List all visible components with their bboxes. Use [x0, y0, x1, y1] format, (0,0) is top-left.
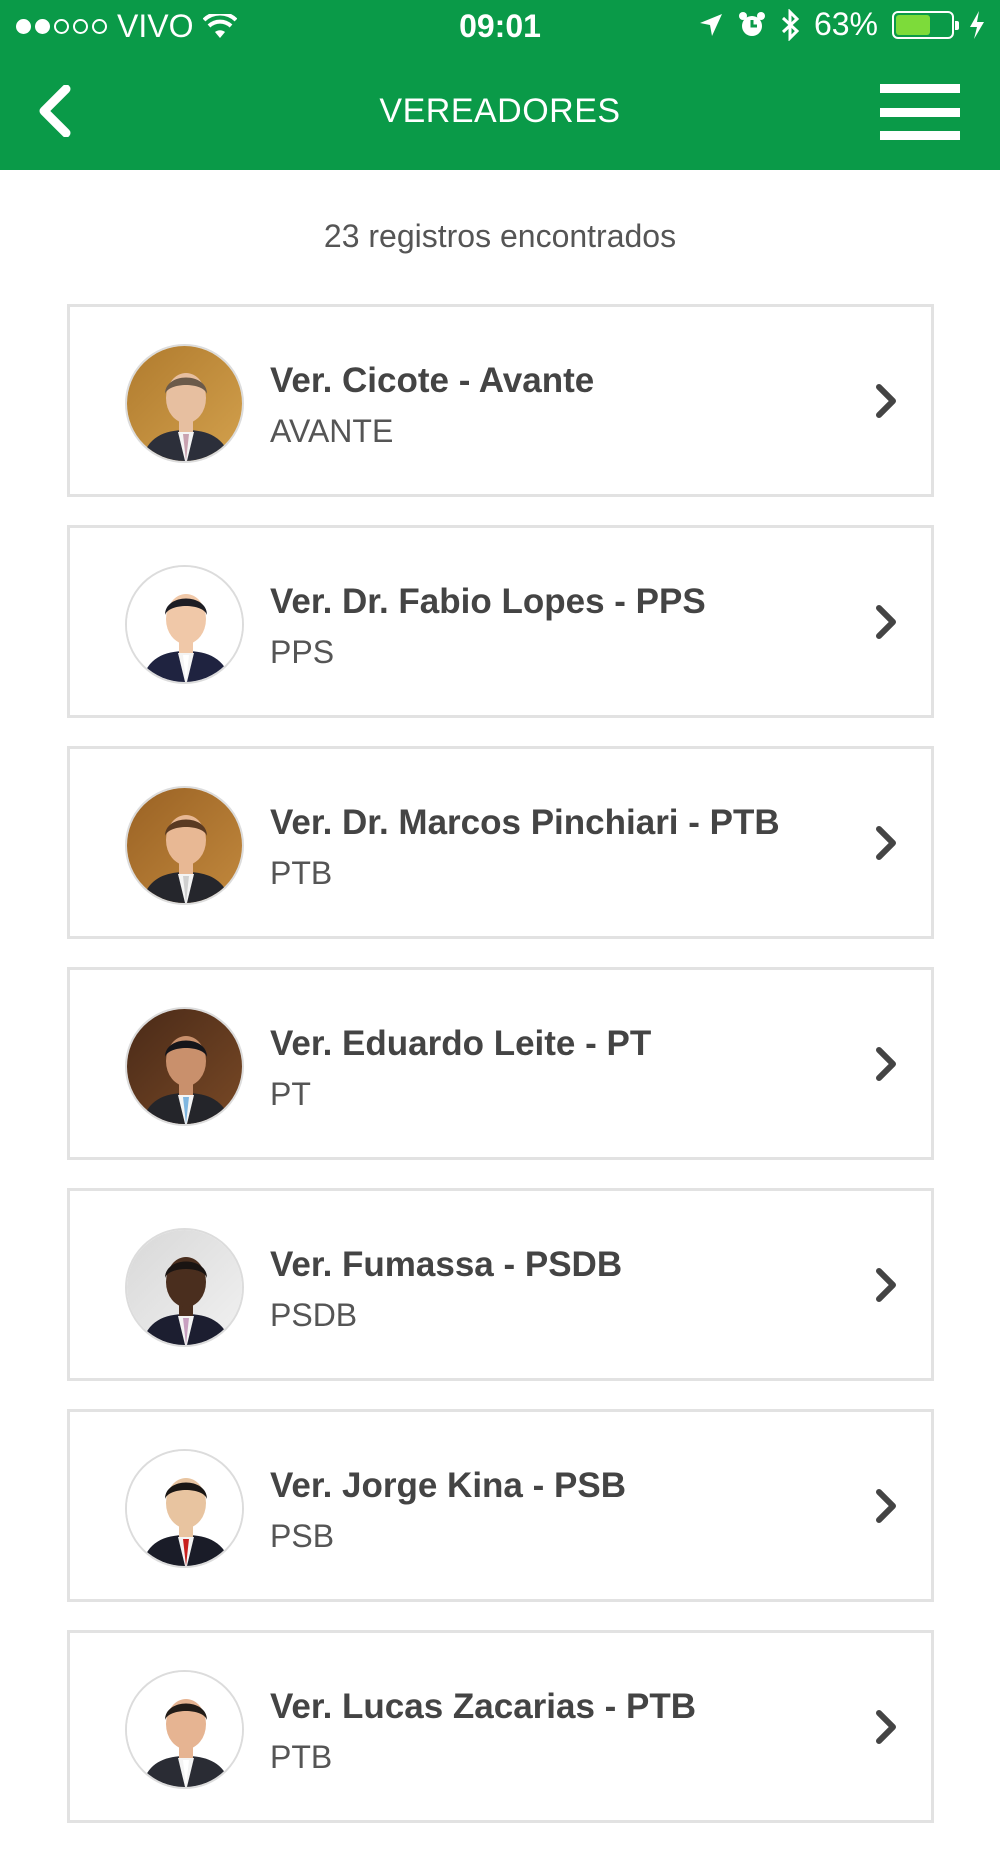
councillor-card[interactable]: Ver. Eduardo Leite - PT PT: [67, 967, 934, 1160]
avatar: [125, 786, 244, 905]
page-title: VEREADORES: [379, 92, 621, 130]
avatar: [125, 1228, 244, 1347]
photo-jorge-kina: [127, 1451, 242, 1566]
chevron-right-icon: [876, 605, 896, 639]
councillor-party: AVANTE: [270, 413, 394, 449]
councillor-card[interactable]: Ver. Lucas Zacarias - PTB PTB: [67, 1630, 934, 1823]
councillor-card[interactable]: Ver. Dr. Fabio Lopes - PPS PPS: [67, 525, 934, 718]
councillor-party: PT: [270, 1076, 311, 1112]
avatar: [125, 1449, 244, 1568]
chevron-right-icon: [876, 1489, 896, 1523]
councillor-name: Ver. Lucas Zacarias - PTB: [270, 1687, 697, 1726]
photo-fumassa: [127, 1230, 242, 1345]
photo-marcos-pinchiari: [127, 788, 242, 903]
chevron-right-icon: [876, 826, 896, 860]
photo-fabio-lopes: [127, 567, 242, 682]
councillor-party: PPS: [270, 634, 335, 670]
chevron-right-icon: [876, 1268, 896, 1302]
location-arrow-icon: [699, 13, 722, 36]
councillor-name: Ver. Cicote - Avante: [270, 361, 595, 400]
status-right: 63%: [698, 6, 986, 43]
avatar: [125, 1007, 244, 1126]
councillor-card[interactable]: Ver. Cicote - Avante AVANTE: [67, 304, 934, 497]
charging-bolt-icon: [970, 10, 984, 39]
navigation-bar: VEREADORES: [0, 52, 1000, 170]
photo-lucas-zacarias: [127, 1672, 242, 1787]
hamburger-menu-icon[interactable]: [880, 84, 960, 140]
councillor-name: Ver. Fumassa - PSDB: [270, 1245, 623, 1284]
battery-percent: 63%: [813, 6, 878, 42]
councillor-card[interactable]: Ver. Dr. Marcos Pinchiari - PTB PTB: [67, 746, 934, 939]
bluetooth-icon: [781, 8, 800, 41]
photo-eduardo-leite: [127, 1009, 242, 1124]
councillor-party: PSB: [270, 1518, 335, 1554]
councillor-name: Ver. Dr. Marcos Pinchiari - PTB: [270, 803, 780, 842]
results-count: 23 registros encontrados: [323, 218, 677, 254]
chevron-right-icon: [876, 384, 896, 418]
photo-cicote: [127, 346, 242, 461]
avatar: [125, 565, 244, 684]
councillor-party: PTB: [270, 855, 333, 891]
councillor-list: Ver. Cicote - Avante AVANTE Ver. Dr. Fab…: [67, 304, 934, 1851]
councillor-name: Ver. Dr. Fabio Lopes - PPS: [270, 582, 706, 621]
chevron-right-icon: [876, 1047, 896, 1081]
councillor-card[interactable]: Ver. Fumassa - PSDB PSDB: [67, 1188, 934, 1381]
chevron-right-icon: [876, 1710, 896, 1744]
councillor-party: PSDB: [270, 1297, 358, 1333]
battery-level-fill: [896, 14, 931, 35]
councillor-name: Ver. Eduardo Leite - PT: [270, 1024, 652, 1063]
avatar: [125, 344, 244, 463]
battery-icon: [892, 10, 959, 39]
status-bar: VIVO 09:01 63%: [0, 0, 1000, 52]
councillor-name: Ver. Jorge Kina - PSB: [270, 1466, 626, 1505]
alarm-icon: [738, 11, 765, 36]
councillor-party: PTB: [270, 1739, 333, 1775]
councillor-card[interactable]: Ver. Jorge Kina - PSB PSB: [67, 1409, 934, 1602]
avatar: [125, 1670, 244, 1789]
